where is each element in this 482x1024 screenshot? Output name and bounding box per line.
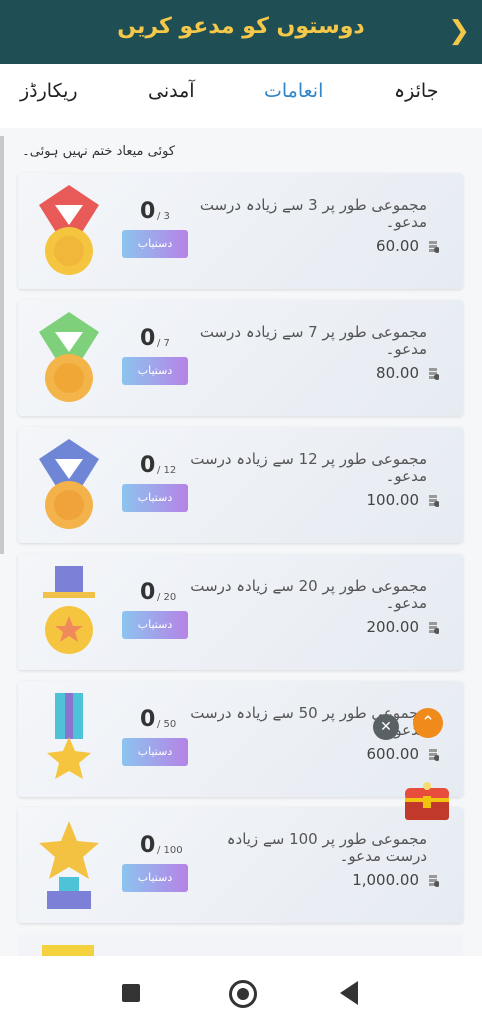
medal-icon: [47, 693, 91, 779]
card-description: مجموعی طور پر 7 سے زیادہ درست مدعو۔: [199, 323, 427, 358]
available-button[interactable]: دستیاب: [122, 230, 188, 258]
progress-count: 0: [140, 199, 156, 224]
progress-total: / 100: [157, 845, 183, 856]
available-button[interactable]: دستیاب: [122, 484, 188, 512]
scrollbar[interactable]: [0, 136, 4, 554]
progress-count: 0: [140, 707, 156, 732]
tab-bar: ریکارڈز آمدنی انعامات جائزہ: [0, 64, 482, 189]
coin-stack-icon: [429, 495, 439, 507]
chevron-right-icon[interactable]: ❯: [448, 18, 470, 44]
reward-card: مجموعی طور پر 20 سے زیادہ درست مدعو۔ 0 /…: [18, 554, 463, 670]
reward-card: مجموعی طور پر 3 سے زیادہ درست مدعو۔ 0 / …: [18, 173, 463, 289]
available-button[interactable]: دستیاب: [122, 357, 188, 385]
reward-amount: 60.00: [376, 237, 419, 255]
expiry-notice: کوئی میعاد ختم نہیں ہوئی۔: [22, 144, 175, 159]
progress-total: / 50: [157, 719, 177, 730]
medal-icon: [39, 312, 99, 402]
reward-card: مجموعی طور پر 50 سے زیادہ درست مدعو۔ 0 /…: [18, 681, 463, 797]
coin-stack-icon: [429, 622, 439, 634]
system-nav-bar: [0, 956, 482, 1024]
progress-count: 0: [140, 453, 156, 478]
tab-income[interactable]: آمدنی: [148, 80, 195, 102]
available-button[interactable]: دستیاب: [122, 738, 188, 766]
progress-count: 0: [140, 580, 156, 605]
card-description: مجموعی طور پر 100 سے زیادہ درست مدعو۔: [226, 830, 427, 865]
page-title: دوستوں کو مدعو کریں: [117, 14, 365, 39]
recents-square-icon[interactable]: [122, 984, 140, 1002]
progress-total: / 12: [157, 465, 177, 476]
progress-total: / 20: [157, 592, 177, 603]
tab-rewards[interactable]: انعامات: [264, 80, 323, 102]
reward-card-partial: [18, 935, 463, 956]
reward-amount: 200.00: [366, 618, 420, 636]
coin-stack-icon: [429, 875, 439, 887]
medal-icon: [43, 566, 95, 654]
progress-count: 0: [140, 833, 156, 858]
home-circle-icon[interactable]: [229, 980, 257, 1008]
card-description: مجموعی طور پر 3 سے زیادہ درست مدعو۔: [199, 196, 427, 231]
medal-icon: [39, 439, 99, 529]
available-button[interactable]: دستیاب: [122, 864, 188, 892]
progress-total: / 3: [157, 211, 170, 222]
reward-amount: 100.00: [366, 491, 420, 509]
reward-card: مجموعی طور پر 100 سے زیادہ درست مدعو۔ 0 …: [18, 807, 463, 923]
medal-icon: [42, 945, 94, 956]
back-triangle-icon[interactable]: [340, 981, 358, 1005]
available-button[interactable]: دستیاب: [122, 611, 188, 639]
reward-amount: 1,000.00: [352, 871, 419, 889]
coin-stack-icon: [429, 749, 439, 761]
medal-icon: [39, 821, 99, 909]
tab-records[interactable]: ریکارڈز: [20, 80, 78, 102]
close-icon[interactable]: ✕: [373, 714, 399, 740]
treasure-chest-icon[interactable]: [399, 780, 455, 824]
card-description: مجموعی طور پر 12 سے زیادہ درست مدعو۔: [190, 450, 427, 485]
tab-overview[interactable]: جائزہ: [394, 80, 438, 102]
reward-amount: 600.00: [366, 745, 420, 763]
progress-count: 0: [140, 326, 156, 351]
progress-total: / 7: [157, 338, 170, 349]
reward-card: مجموعی طور پر 7 سے زیادہ درست مدعو۔ 0 / …: [18, 300, 463, 416]
medal-icon: [39, 185, 99, 275]
header-bar: دوستوں کو مدعو کریں ❯: [0, 0, 482, 64]
card-description: مجموعی طور پر 20 سے زیادہ درست مدعو۔: [190, 577, 427, 612]
coin-stack-icon: [429, 241, 439, 253]
reward-card: مجموعی طور پر 12 سے زیادہ درست مدعو۔ 0 /…: [18, 427, 463, 543]
coin-stack-icon: [429, 368, 439, 380]
reward-amount: 80.00: [376, 364, 419, 382]
double-chevron-up-icon[interactable]: ⌃: [413, 708, 443, 738]
